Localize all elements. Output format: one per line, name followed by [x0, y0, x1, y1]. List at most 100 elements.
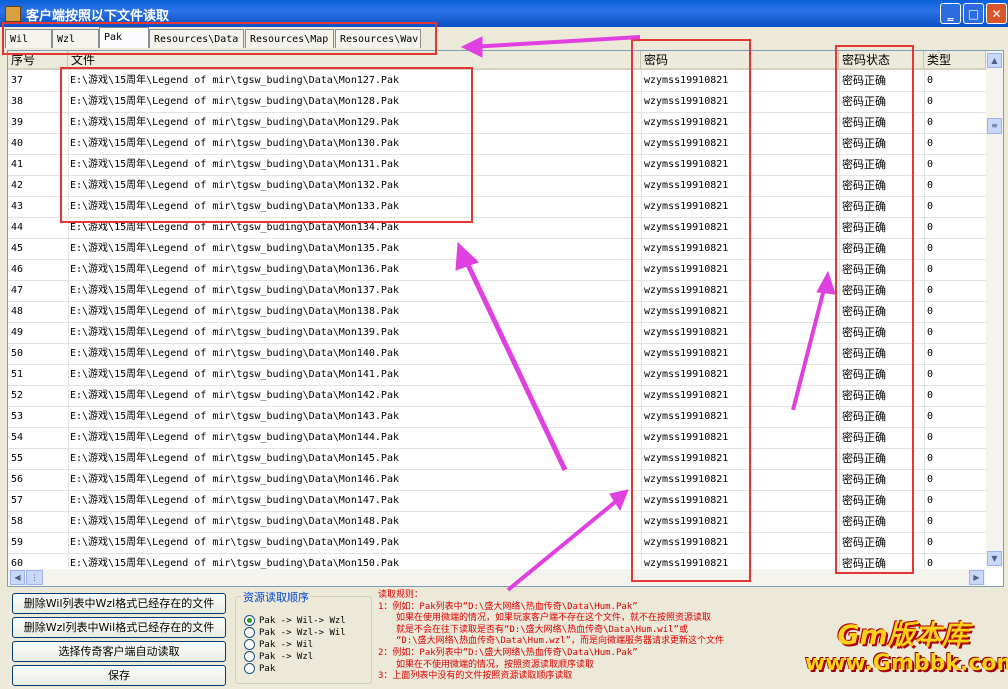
- col-divider: [68, 70, 69, 568]
- cell-type: 0: [927, 474, 934, 485]
- cell-no: 52: [11, 390, 24, 401]
- cell-no: 38: [11, 96, 24, 107]
- cell-no: 41: [11, 159, 24, 170]
- cell-file: E:\游戏\15周年\Legend of mir\tgsw_buding\Dat…: [70, 180, 399, 191]
- col-header-status[interactable]: 密码状态: [839, 51, 924, 70]
- scroll-thumb-horizontal[interactable]: ⋮: [26, 570, 43, 585]
- cell-pwd: wzymss19910821: [644, 264, 729, 275]
- cell-type: 0: [927, 138, 934, 149]
- read-order-option[interactable]: Pak -> Wzl-> Wil: [244, 627, 346, 639]
- cell-no: 46: [11, 264, 24, 275]
- cell-file: E:\游戏\15周年\Legend of mir\tgsw_buding\Dat…: [70, 159, 399, 170]
- cell-status: 密码正确: [842, 410, 886, 423]
- col-header-no[interactable]: 序号: [8, 51, 68, 70]
- rules-heading: 读取规则：: [378, 590, 424, 600]
- col-header-type[interactable]: 类型: [924, 51, 986, 70]
- horizontal-scrollbar[interactable]: ◀ ⋮ ▶: [8, 569, 986, 586]
- cell-pwd: wzymss19910821: [644, 369, 729, 380]
- read-rules: 读取规则： 1：例如：Pak列表中“D:\盛大网络\热血传奇\Data\Hum.…: [378, 590, 818, 688]
- window-title: 客户端按照以下文件读取: [26, 9, 170, 24]
- close-button[interactable]: ✕: [986, 3, 1007, 24]
- cell-pwd: wzymss19910821: [644, 96, 729, 107]
- cell-type: 0: [927, 390, 934, 401]
- radio-icon[interactable]: [244, 651, 255, 662]
- cell-type: 0: [927, 117, 934, 128]
- read-order-option[interactable]: Pak -> Wzl: [244, 651, 313, 663]
- col-header-password[interactable]: 密码: [641, 51, 839, 70]
- radio-icon[interactable]: [244, 639, 255, 650]
- tab-wzl[interactable]: Wzl: [52, 29, 99, 48]
- cell-type: 0: [927, 201, 934, 212]
- file-grid[interactable]: 序号 文件 密码 密码状态 类型 37 E:\游戏\15周年\Legend of …: [7, 50, 1004, 587]
- cell-no: 55: [11, 453, 24, 464]
- scroll-thumb[interactable]: ≡: [987, 118, 1002, 134]
- scroll-down-icon[interactable]: ▼: [987, 551, 1002, 566]
- tab-resources-map[interactable]: Resources\Map: [245, 29, 334, 48]
- cell-file: E:\游戏\15周年\Legend of mir\tgsw_buding\Dat…: [70, 432, 399, 443]
- scroll-left-icon[interactable]: ◀: [10, 570, 25, 585]
- tab-resources-wav[interactable]: Resources\Wav: [335, 29, 421, 48]
- cell-pwd: wzymss19910821: [644, 306, 729, 317]
- cell-status: 密码正确: [842, 284, 886, 297]
- cell-status: 密码正确: [842, 515, 886, 528]
- cell-pwd: wzymss19910821: [644, 75, 729, 86]
- cell-no: 56: [11, 474, 24, 485]
- cell-pwd: wzymss19910821: [644, 537, 729, 548]
- cell-file: E:\游戏\15周年\Legend of mir\tgsw_buding\Dat…: [70, 201, 399, 212]
- minimize-button[interactable]: ‗: [940, 3, 961, 24]
- radio-icon[interactable]: [244, 663, 255, 674]
- watermark-url: www.Gmbbk.com: [805, 651, 1008, 676]
- cell-file: E:\游戏\15周年\Legend of mir\tgsw_buding\Dat…: [70, 411, 399, 422]
- scroll-up-icon[interactable]: ▲: [987, 53, 1002, 68]
- cell-no: 50: [11, 348, 24, 359]
- cell-status: 密码正确: [842, 179, 886, 192]
- maximize-button[interactable]: □: [963, 3, 984, 24]
- cell-file: E:\游戏\15周年\Legend of mir\tgsw_buding\Dat…: [70, 96, 399, 107]
- cell-status: 密码正确: [842, 347, 886, 360]
- auto-read-client-button[interactable]: 选择传奇客户端自动读取: [12, 641, 226, 662]
- app-icon: [5, 6, 21, 22]
- rules-line: 就是不会在往下读取是否有“D:\盛大网络\热血传奇\Data\Hum.wil”或: [396, 624, 688, 635]
- tab-wil[interactable]: Wil: [5, 29, 52, 48]
- delete-wil-duplicates-button[interactable]: 删除Wil列表中Wzl格式已经存在的文件: [12, 593, 226, 614]
- cell-type: 0: [927, 96, 934, 107]
- cell-status: 密码正确: [842, 431, 886, 444]
- cell-pwd: wzymss19910821: [644, 474, 729, 485]
- col-header-file[interactable]: 文件: [68, 51, 641, 70]
- cell-no: 42: [11, 180, 24, 191]
- radio-icon[interactable]: [244, 627, 255, 638]
- cell-file: E:\游戏\15周年\Legend of mir\tgsw_buding\Dat…: [70, 537, 399, 548]
- cell-no: 37: [11, 75, 24, 86]
- vertical-scrollbar[interactable]: ▲ ≡ ▼: [986, 51, 1003, 568]
- read-order-option[interactable]: Pak -> Wil: [244, 639, 313, 651]
- read-order-option[interactable]: Pak: [244, 663, 275, 675]
- cell-status: 密码正确: [842, 158, 886, 171]
- tab-pak[interactable]: Pak: [99, 27, 149, 48]
- rules-line: 3：上面列表中没有的文件按照资源读取顺序读取: [378, 671, 573, 682]
- cell-type: 0: [927, 243, 934, 254]
- cell-status: 密码正确: [842, 200, 886, 213]
- cell-file: E:\游戏\15周年\Legend of mir\tgsw_buding\Dat…: [70, 75, 399, 86]
- scroll-right-icon[interactable]: ▶: [969, 570, 984, 585]
- title-bar: 客户端按照以下文件读取 ‗ □ ✕: [0, 0, 1008, 27]
- radio-checked-icon[interactable]: [244, 615, 255, 626]
- close-icon: ✕: [991, 7, 1002, 21]
- rules-line: 如果在使用微端的情况，如果玩家客户端不存在这个文件，就不在按照资源读取: [396, 613, 712, 624]
- read-order-legend: 资源读取顺序: [241, 589, 311, 605]
- col-divider: [641, 70, 642, 568]
- cell-no: 39: [11, 117, 24, 128]
- cell-file: E:\游戏\15周年\Legend of mir\tgsw_buding\Dat…: [70, 285, 399, 296]
- delete-wzl-duplicates-button[interactable]: 删除Wzl列表中Wil格式已经存在的文件: [12, 617, 226, 638]
- tab-resources-data[interactable]: Resources\Data: [149, 29, 244, 48]
- cell-file: E:\游戏\15周年\Legend of mir\tgsw_buding\Dat…: [70, 495, 399, 506]
- cell-no: 51: [11, 369, 24, 380]
- read-order-option[interactable]: Pak -> Wil-> Wzl: [244, 615, 346, 627]
- cell-file: E:\游戏\15周年\Legend of mir\tgsw_buding\Dat…: [70, 390, 399, 401]
- save-button[interactable]: 保存: [12, 665, 226, 686]
- cell-file: E:\游戏\15周年\Legend of mir\tgsw_buding\Dat…: [70, 138, 399, 149]
- cell-type: 0: [927, 537, 934, 548]
- cell-type: 0: [927, 75, 934, 86]
- cell-pwd: wzymss19910821: [644, 180, 729, 191]
- col-divider: [924, 70, 925, 568]
- cell-pwd: wzymss19910821: [644, 348, 729, 359]
